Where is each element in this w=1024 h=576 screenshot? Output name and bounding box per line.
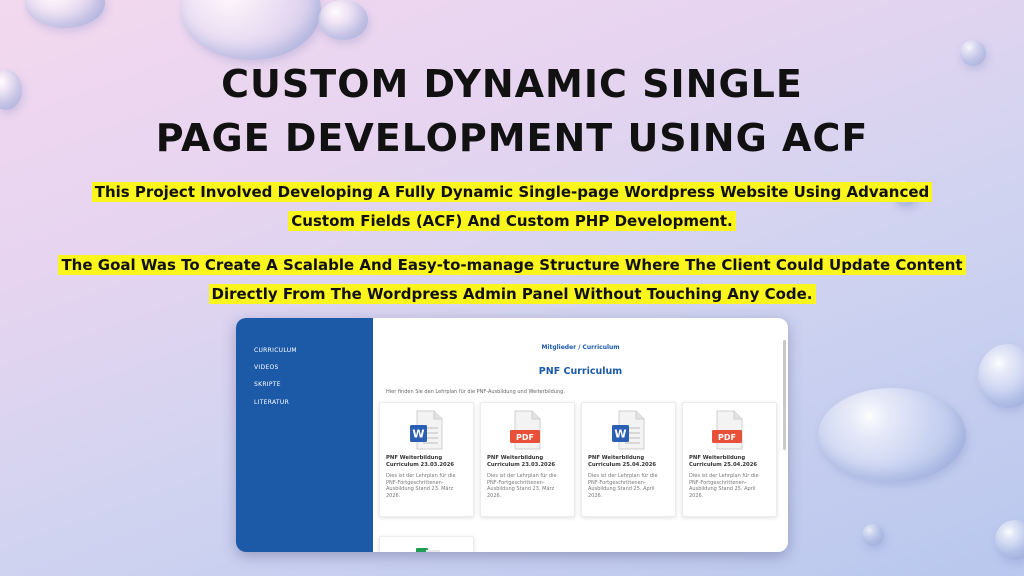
highlighted-text: Directly From The Wordpress Admin Panel … <box>208 284 816 304</box>
card-description: Dies ist der Lehrplan für die PNF-Fortge… <box>689 473 759 499</box>
svg-text:PDF: PDF <box>516 433 534 442</box>
document-card[interactable]: PDF PNF Weiterbildung Curriculum 25.04.2… <box>682 402 777 517</box>
word-file-icon: W <box>410 410 443 450</box>
water-drop-decoration <box>978 344 1024 408</box>
card-title: PNF Weiterbildung Curriculum 25.04.2026 <box>588 455 657 468</box>
card-title: PNF Weiterbildung Curriculum 25.04.2026 <box>689 455 758 468</box>
slide-title-line-1: CUSTOM DYNAMIC SINGLE <box>221 62 803 106</box>
sidebar: CURRICULUM VIDEOS SKRIPTE LITERATUR <box>236 318 373 552</box>
water-drop-decoration <box>25 0 105 28</box>
sidebar-item-literatur[interactable]: LITERATUR <box>254 399 289 406</box>
description-line: This Project Involved Developing A Fully… <box>0 181 1024 203</box>
word-file-icon: W <box>612 410 645 450</box>
water-drop-decoration <box>318 0 368 40</box>
sidebar-item-curriculum[interactable]: CURRICULUM <box>254 347 297 354</box>
sidebar-item-videos[interactable]: VIDEOS <box>254 364 279 371</box>
excel-file-icon <box>416 548 440 552</box>
highlighted-text: This Project Involved Developing A Fully… <box>91 182 933 202</box>
document-card[interactable]: W PNF Weiterbildung Curriculum 25.04.202… <box>581 402 676 517</box>
water-drop-decoration <box>995 520 1024 560</box>
page-title: PNF Curriculum <box>538 366 623 377</box>
breadcrumb[interactable]: Mitglieder / Curriculum <box>373 344 788 351</box>
slide-title-line-2: PAGE DEVELOPMENT USING ACF <box>155 116 869 160</box>
description-line: Custom Fields (ACF) And Custom PHP Devel… <box>0 210 1024 232</box>
description-line: The Goal Was To Create A Scalable And Ea… <box>0 254 1024 276</box>
sidebar-item-skripte[interactable]: SKRIPTE <box>254 381 281 388</box>
document-card[interactable]: PDF PNF Weiterbildung Curriculum 23.03.2… <box>480 402 575 517</box>
pdf-file-icon: PDF <box>712 410 743 450</box>
card-description: Dies ist der Lehrplan für die PNF-Fortge… <box>588 473 658 499</box>
document-card[interactable]: W PNF Weiterbildung Curriculum 23.03.202… <box>379 402 474 517</box>
card-description: Dies ist der Lehrplan für die PNF-Fortge… <box>386 473 456 499</box>
website-screenshot: CURRICULUM VIDEOS SKRIPTE LITERATUR Mitg… <box>236 318 788 552</box>
description-line: Directly From The Wordpress Admin Panel … <box>0 283 1024 305</box>
card-title: PNF Weiterbildung Curriculum 23.03.2026 <box>386 455 455 468</box>
pdf-file-icon: PDF <box>510 410 541 450</box>
scrollbar[interactable] <box>783 340 786 450</box>
card-description: Dies ist der Lehrplan für die PNF-Fortge… <box>487 473 557 499</box>
highlighted-text: The Goal Was To Create A Scalable And Ea… <box>58 255 966 275</box>
svg-text:PDF: PDF <box>718 433 736 442</box>
intro-text: Hier finden Sie den Lehrplan für die PNF… <box>386 389 565 395</box>
highlighted-text: Custom Fields (ACF) And Custom PHP Devel… <box>288 211 736 231</box>
main-content: Mitglieder / Curriculum PNF Curriculum H… <box>373 318 788 552</box>
svg-text:W: W <box>412 428 424 441</box>
document-card[interactable] <box>379 536 474 552</box>
card-title: PNF Weiterbildung Curriculum 23.03.2026 <box>487 455 556 468</box>
water-drop-decoration <box>862 524 884 546</box>
water-drop-decoration <box>181 0 321 60</box>
water-drop-decoration <box>818 388 966 482</box>
svg-text:W: W <box>614 428 626 441</box>
